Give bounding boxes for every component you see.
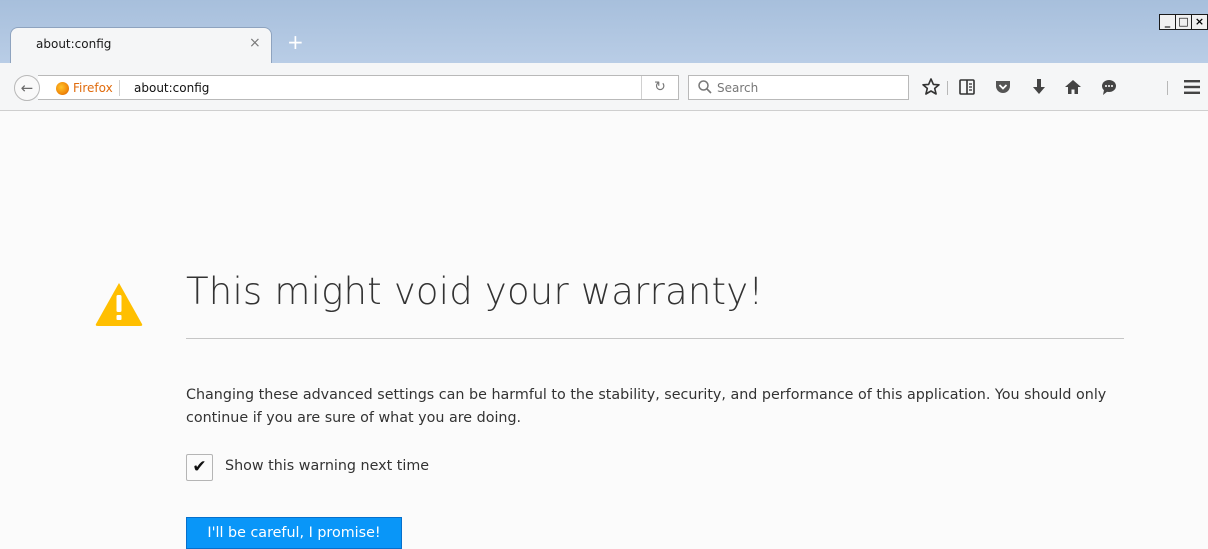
reload-icon[interactable]: ↻ (641, 76, 678, 99)
accept-risk-button[interactable]: I'll be careful, I promise! (186, 517, 402, 549)
hello-icon[interactable] (1097, 75, 1121, 99)
show-warning-label[interactable]: Show this warning next time (225, 458, 429, 474)
url-bar[interactable]: Firefox about:config ↻ (38, 75, 679, 100)
warning-description: Changing these advanced settings can be … (186, 387, 1107, 426)
firefox-logo-icon (56, 81, 69, 95)
menu-icon[interactable] (1180, 75, 1204, 99)
page-title: This might void your warranty! (186, 270, 764, 313)
search-input[interactable]: Search (717, 81, 758, 95)
maximize-button[interactable]: □ (1175, 14, 1192, 30)
navigation-toolbar: Firefox about:config ↻ ← Search (0, 63, 1208, 111)
tab-strip: about:config × + _ □ × (0, 0, 1208, 63)
minimize-button[interactable]: _ (1159, 14, 1176, 30)
window-controls: _ □ × (1159, 14, 1208, 30)
bookmark-star-icon[interactable] (919, 75, 943, 99)
tab-about-config[interactable]: about:config × (10, 27, 272, 63)
identity-box[interactable]: Firefox (56, 80, 120, 96)
url-input[interactable]: about:config (134, 81, 209, 95)
identity-label: Firefox (73, 80, 120, 96)
title-divider (186, 338, 1124, 339)
close-window-button[interactable]: × (1191, 14, 1208, 30)
warning-triangle-icon (95, 283, 143, 326)
downloads-icon[interactable] (1027, 75, 1051, 99)
reading-list-icon[interactable] (955, 75, 979, 99)
pocket-icon[interactable] (991, 75, 1015, 99)
toolbar-separator (947, 81, 948, 95)
search-icon (698, 80, 712, 94)
back-arrow-icon: ← (20, 79, 34, 97)
tab-close-icon[interactable]: × (249, 35, 261, 51)
tab-title: about:config (36, 37, 112, 51)
show-warning-checkbox[interactable]: ✔ (186, 454, 213, 481)
new-tab-button[interactable]: + (287, 30, 304, 54)
back-button[interactable]: ← (14, 75, 40, 101)
toolbar-separator (1167, 81, 1168, 95)
search-bar[interactable]: Search (688, 75, 909, 100)
home-icon[interactable] (1061, 75, 1085, 99)
